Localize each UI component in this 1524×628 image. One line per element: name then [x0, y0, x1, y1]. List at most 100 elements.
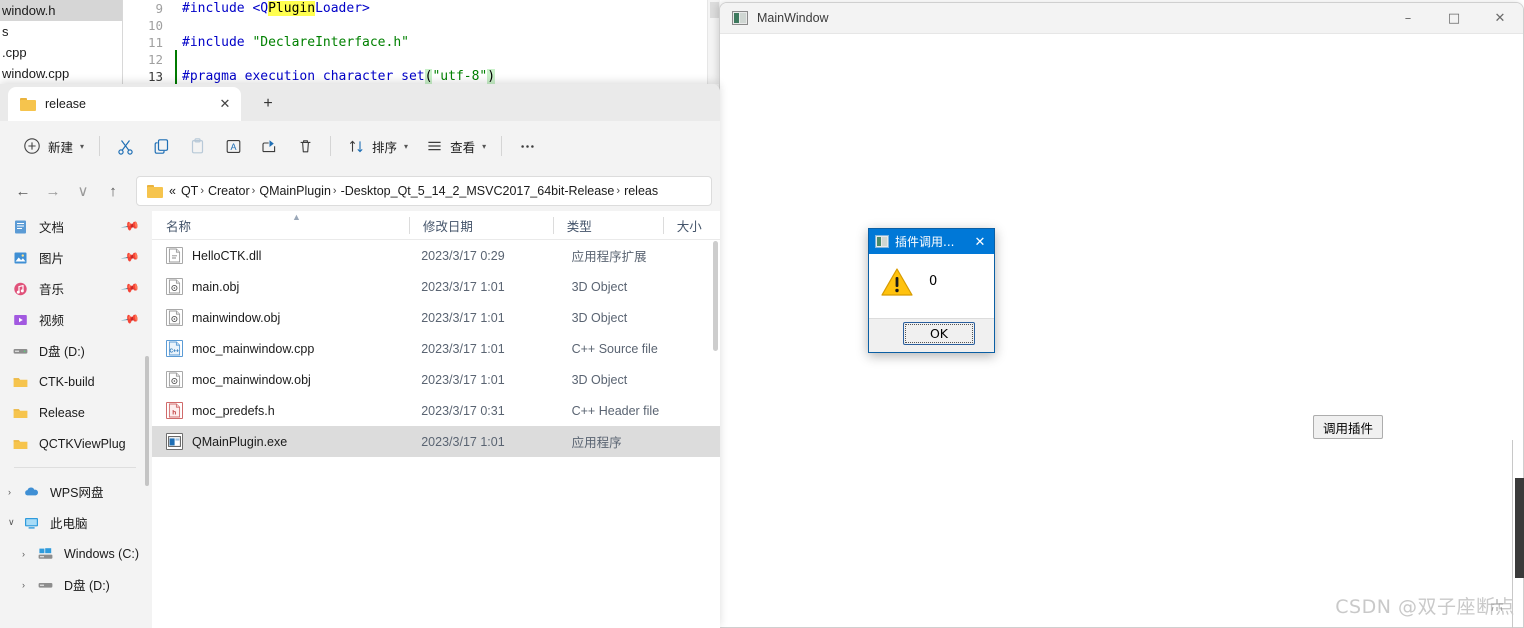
- column-header-label: 修改日期: [422, 219, 473, 234]
- pin-icon[interactable]: 📌: [120, 309, 140, 329]
- breadcrumb-item[interactable]: Creator: [208, 184, 250, 198]
- chevron-down-icon[interactable]: ∨: [8, 517, 22, 528]
- call-plugin-button[interactable]: 调用插件: [1313, 415, 1383, 439]
- table-row[interactable]: HelloCTK.dll 2023/3/17 0:29 应用程序扩展: [152, 240, 720, 271]
- close-icon[interactable]: ✕: [1477, 3, 1523, 34]
- toolbar-new-button[interactable]: 新建 ▾: [14, 130, 92, 162]
- sidebar-item-ctk-build[interactable]: CTK-build: [0, 366, 152, 397]
- dialog-ok-button[interactable]: OK: [903, 322, 975, 345]
- sidebar-item-label: D盘 (D:): [39, 345, 85, 359]
- drive-icon: [37, 577, 55, 593]
- folder-icon: [20, 97, 36, 111]
- file-date: 2023/3/17 1:01: [421, 310, 505, 325]
- pin-icon[interactable]: 📌: [120, 216, 140, 236]
- toolbar-copy-button[interactable]: [143, 130, 179, 162]
- sidebar-scrollbar[interactable]: [145, 356, 149, 486]
- project-file-tree[interactable]: window.h s .cpp window.cpp: [0, 0, 123, 84]
- toolbar-cut-button[interactable]: [107, 130, 143, 162]
- up-button[interactable]: ↑: [98, 176, 128, 206]
- chevron-right-icon[interactable]: ›: [8, 487, 22, 497]
- toolbar-sort-button[interactable]: 排序 ▾: [338, 130, 416, 162]
- sidebar-item-wps-cloud[interactable]: › WPS网盘: [0, 476, 152, 507]
- file-name: moc_predefs.h: [192, 403, 275, 418]
- code-editor-pane[interactable]: 9 10 11 12 13 #include <QPluginLoader> #…: [124, 0, 720, 84]
- table-row[interactable]: mainwindow.obj 2023/3/17 1:01 3D Object: [152, 302, 720, 333]
- drive-icon: [12, 343, 30, 359]
- breadcrumb-item[interactable]: QMainPlugin: [259, 184, 331, 198]
- documents-icon: [12, 219, 30, 235]
- resize-grip-icon[interactable]: [1488, 596, 1508, 616]
- recent-locations-button[interactable]: ∨: [68, 176, 98, 206]
- breadcrumb-item[interactable]: QT: [181, 184, 198, 198]
- sidebar-item-release[interactable]: Release: [0, 397, 152, 428]
- column-header-size[interactable]: 大小: [662, 211, 720, 240]
- line-number-gutter: 9 10 11 12 13: [124, 0, 169, 84]
- pc-icon: [23, 515, 41, 531]
- toolbar-share-button[interactable]: [251, 130, 287, 162]
- tree-item[interactable]: window.h: [0, 0, 122, 21]
- toolbar-paste-button[interactable]: [179, 130, 215, 162]
- toolbar-divider: [99, 136, 101, 156]
- back-button[interactable]: ←: [8, 176, 38, 206]
- toolbar-rename-button[interactable]: A: [215, 130, 251, 162]
- code-token: <Q: [252, 1, 269, 16]
- qt-creator-editor: window.h s .cpp window.cpp 9 10 11 12 13…: [0, 0, 720, 90]
- file-list-scrollbar[interactable]: [713, 241, 718, 351]
- sort-icon: [346, 136, 366, 156]
- tab-close-icon[interactable]: ✕: [212, 91, 238, 117]
- code-line: #include <QPluginLoader>: [182, 0, 720, 17]
- breadcrumb[interactable]: « QT › Creator › QMainPlugin › -Desktop_…: [136, 176, 712, 206]
- tree-item[interactable]: window.cpp: [0, 63, 122, 84]
- line-number: 9: [155, 1, 163, 16]
- exe-file-icon: [166, 433, 183, 450]
- maximize-icon[interactable]: □: [1431, 3, 1477, 34]
- breadcrumb-item[interactable]: -Desktop_Qt_5_14_2_MSVC2017_64bit-Releas…: [341, 184, 615, 198]
- sidebar-item-this-pc[interactable]: ∨ 此电脑: [0, 507, 152, 538]
- sort-ascending-icon: ▲: [292, 211, 301, 222]
- explorer-tab-label: release: [45, 97, 86, 111]
- table-row[interactable]: C++ moc_mainwindow.cpp 2023/3/17 1:01 C+…: [152, 333, 720, 364]
- forward-button[interactable]: →: [38, 176, 68, 206]
- ellipsis-icon: [517, 136, 537, 156]
- tree-item[interactable]: .cpp: [0, 42, 122, 63]
- sidebar-item-music[interactable]: 音乐 📌: [0, 273, 152, 304]
- minimize-icon[interactable]: –: [1385, 3, 1431, 34]
- column-header-date[interactable]: 修改日期: [408, 211, 553, 240]
- sidebar-item-d-drive-tree[interactable]: › D盘 (D:): [0, 569, 152, 600]
- column-header-type[interactable]: 类型: [552, 211, 663, 240]
- breadcrumb-item[interactable]: «: [169, 184, 176, 198]
- sidebar-item-windows-c[interactable]: › Windows (C:): [0, 538, 152, 569]
- dialog-close-icon[interactable]: ✕: [970, 229, 990, 254]
- toolbar-delete-button[interactable]: [287, 130, 323, 162]
- svg-text:h: h: [172, 410, 176, 417]
- column-header-name[interactable]: 名称 ▲: [152, 211, 409, 240]
- toolbar-new-label: 新建: [48, 140, 74, 155]
- table-row[interactable]: h moc_predefs.h 2023/3/17 0:31 C++ Heade…: [152, 395, 720, 426]
- toolbar-view-button[interactable]: 查看 ▾: [416, 130, 494, 162]
- pin-icon[interactable]: 📌: [120, 278, 140, 298]
- sidebar-item-documents[interactable]: 文档 📌: [0, 211, 152, 242]
- explorer-tab-release[interactable]: release ✕: [8, 87, 241, 121]
- sidebar-item-d-drive[interactable]: D盘 (D:): [0, 335, 152, 366]
- edge-scrollbar[interactable]: [1515, 478, 1524, 578]
- pin-icon[interactable]: 📌: [120, 247, 140, 267]
- table-row[interactable]: QMainPlugin.exe 2023/3/17 1:01 应用程序: [152, 426, 720, 457]
- sidebar-item-pictures[interactable]: 图片 📌: [0, 242, 152, 273]
- warning-icon: [881, 268, 913, 297]
- file-explorer-window: release ✕ + 新建 ▾ A 排序 ▾ 查看 ▾ ← → ∨ ↑ « Q…: [0, 84, 720, 628]
- table-row[interactable]: main.obj 2023/3/17 1:01 3D Object: [152, 271, 720, 302]
- chevron-right-icon: ›: [200, 185, 204, 197]
- breadcrumb-item[interactable]: releas: [624, 184, 658, 198]
- tree-item[interactable]: s: [0, 21, 122, 42]
- table-row[interactable]: moc_mainwindow.obj 2023/3/17 1:01 3D Obj…: [152, 364, 720, 395]
- chevron-right-icon[interactable]: ›: [22, 580, 36, 590]
- sidebar-item-videos[interactable]: 视频 📌: [0, 304, 152, 335]
- mainwindow-body: 调用插件 CSDN @双子座断点: [720, 34, 1523, 627]
- folder-icon: [147, 184, 163, 198]
- toolbar-more-button[interactable]: [509, 130, 545, 162]
- sidebar-item-label: Release: [39, 405, 85, 420]
- new-tab-icon[interactable]: +: [255, 92, 281, 116]
- sidebar-item-qctkviewplug[interactable]: QCTKViewPlug: [0, 428, 152, 459]
- chevron-right-icon[interactable]: ›: [22, 549, 36, 559]
- file-date: 2023/3/17 1:01: [421, 341, 505, 356]
